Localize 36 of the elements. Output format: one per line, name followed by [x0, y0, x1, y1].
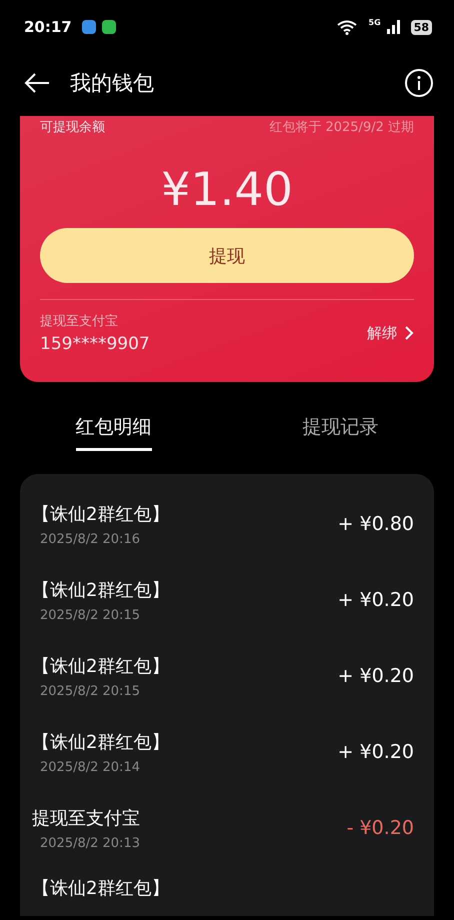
- balance-label: 可提现余额: [40, 119, 105, 136]
- tab[interactable]: 红包明细: [76, 406, 152, 450]
- signal-icon: [386, 20, 401, 34]
- transaction-amount: + ¥0.20: [338, 665, 414, 687]
- expiry-note: 红包将于 2025/9/2 过期: [269, 119, 414, 136]
- transaction-title: 【诛仙2群红包】: [32, 654, 170, 678]
- transaction-time: 2025/8/2 20:15: [39, 608, 141, 622]
- transaction-time: 2025/8/2 20:15: [39, 684, 141, 698]
- transaction-title: 【诛仙2群红包】: [32, 578, 170, 602]
- tab[interactable]: 提现记录: [302, 406, 378, 450]
- app-notification-icon: [102, 20, 116, 34]
- status-time: 20:17: [24, 18, 72, 36]
- transaction-title: 【诛仙2群红包】: [32, 877, 170, 900]
- transaction-amount: + ¥0.80: [338, 513, 414, 535]
- withdraw-button[interactable]: 提现: [40, 228, 414, 283]
- page-title: 我的钱包: [70, 70, 154, 97]
- app-notification-icon: [82, 20, 96, 34]
- chevron-right-icon[interactable]: [405, 326, 414, 340]
- battery-indicator: 58: [410, 20, 432, 34]
- back-arrow-icon[interactable]: [24, 73, 50, 93]
- unbind-link[interactable]: 解绑: [367, 324, 397, 342]
- network-label: 5G: [368, 18, 381, 27]
- transaction-amount: + ¥0.20: [338, 741, 414, 763]
- transaction-title: 【诛仙2群红包】: [32, 502, 170, 526]
- transaction-title: 提现至支付宝: [32, 806, 140, 830]
- balance-amount: ¥1.40: [160, 162, 294, 216]
- wifi-icon: [336, 20, 357, 34]
- transaction-amount: - ¥0.20: [346, 817, 414, 839]
- transaction-time: 2025/8/2 20:13: [39, 836, 140, 850]
- transaction-time: 2025/8/2 20:16: [39, 532, 141, 546]
- transaction-time: 2025/8/2 20:14: [39, 760, 141, 774]
- info-icon[interactable]: [404, 68, 434, 98]
- account-label: 提现至支付宝: [40, 313, 119, 330]
- account-number: 159****9907: [40, 334, 150, 354]
- transaction-title: 【诛仙2群红包】: [32, 730, 170, 754]
- transaction-amount: + ¥0.20: [338, 589, 414, 611]
